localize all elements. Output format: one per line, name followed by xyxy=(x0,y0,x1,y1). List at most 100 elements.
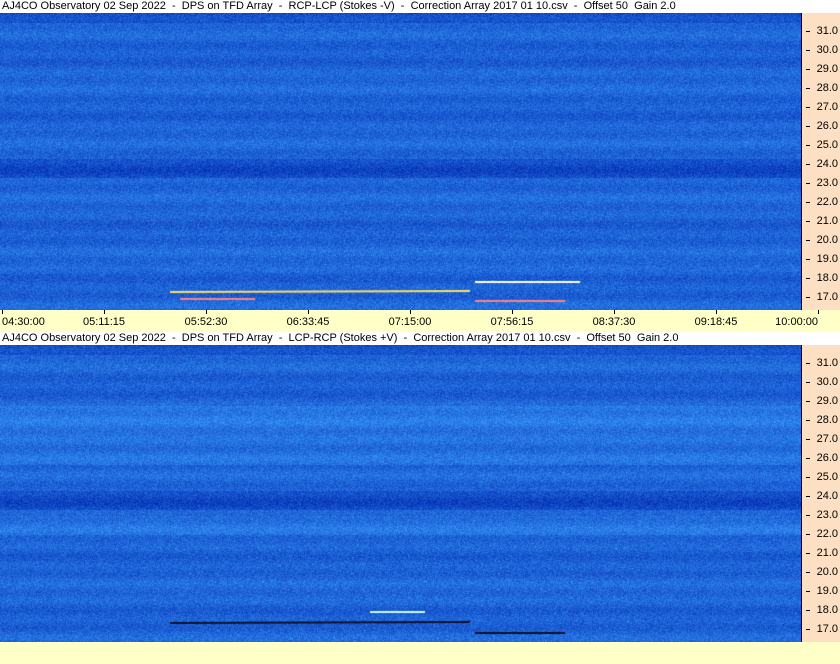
freq-tick-mark xyxy=(806,239,810,241)
freq-tick-text: 31.0 xyxy=(816,357,838,369)
freq-tick-mark xyxy=(806,381,810,383)
freq-tick-text: 26.0 xyxy=(816,120,838,132)
freq-tick-label: 29.0 xyxy=(806,395,840,407)
freq-tick-label: 18.0 xyxy=(806,272,840,284)
time-tick-label: 06:33:45 xyxy=(286,316,330,328)
freq-tick-label: 20.0 xyxy=(806,566,840,578)
time-tick-mark xyxy=(512,310,513,314)
freq-tick-text: 31.0 xyxy=(816,25,838,37)
freq-tick-text: 21.0 xyxy=(816,547,838,559)
freq-tick-mark xyxy=(806,201,810,203)
freq-tick-label: 26.0 xyxy=(806,452,840,464)
freq-tick-label: 28.0 xyxy=(806,82,840,94)
freq-tick-mark xyxy=(806,296,810,298)
time-tick-mark xyxy=(716,310,717,314)
freq-tick-label: 30.0 xyxy=(806,376,840,388)
freq-tick-label: 28.0 xyxy=(806,414,840,426)
freq-tick-text: 30.0 xyxy=(816,376,838,388)
freq-tick-text: 28.0 xyxy=(816,82,838,94)
freq-tick-label: 24.0 xyxy=(806,158,840,170)
freq-tick-text: 27.0 xyxy=(816,101,838,113)
freq-tick-text: 18.0 xyxy=(816,604,838,616)
freq-tick-text: 23.0 xyxy=(816,509,838,521)
freq-tick-label: 24.0 xyxy=(806,490,840,502)
freq-tick-text: 18.0 xyxy=(816,272,838,284)
freq-tick-mark xyxy=(806,30,810,32)
freq-tick-text: 29.0 xyxy=(816,63,838,75)
freq-tick-text: 19.0 xyxy=(816,585,838,597)
freq-tick-label: 18.0 xyxy=(806,604,840,616)
freq-tick-text: 27.0 xyxy=(816,433,838,445)
freq-tick-text: 28.0 xyxy=(816,414,838,426)
freq-tick-text: 24.0 xyxy=(816,158,838,170)
freq-tick-text: 23.0 xyxy=(816,177,838,189)
freq-tick-text: 26.0 xyxy=(816,452,838,464)
freq-tick-label: 20.0 xyxy=(806,234,840,246)
freq-tick-label: 25.0 xyxy=(806,139,840,151)
freq-tick-mark xyxy=(806,419,810,421)
freq-tick-mark xyxy=(806,277,810,279)
freq-tick-text: 24.0 xyxy=(816,490,838,502)
time-tick-mark xyxy=(308,310,309,314)
time-tick-label: 10:00:00 xyxy=(775,316,818,328)
freq-tick-text: 22.0 xyxy=(816,196,838,208)
time-tick-label: 07:15:00 xyxy=(388,316,432,328)
freq-tick-mark xyxy=(806,533,810,535)
freq-tick-mark xyxy=(806,609,810,611)
freq-tick-mark xyxy=(806,163,810,165)
freq-tick-text: 20.0 xyxy=(816,566,838,578)
time-tick-mark xyxy=(104,310,105,314)
bottom-spectrogram-panel: AJ4CO Observatory 02 Sep 2022 - DPS on T… xyxy=(0,332,840,664)
freq-tick-label: 29.0 xyxy=(806,63,840,75)
freq-tick-text: 29.0 xyxy=(816,395,838,407)
freq-tick-text: 22.0 xyxy=(816,528,838,540)
top-spectrogram-panel: AJ4CO Observatory 02 Sep 2022 - DPS on T… xyxy=(0,0,840,332)
freq-tick-label: 31.0 xyxy=(806,25,840,37)
freq-tick-mark xyxy=(806,144,810,146)
freq-tick-mark xyxy=(806,571,810,573)
freq-tick-mark xyxy=(806,590,810,592)
freq-tick-label: 31.0 xyxy=(806,357,840,369)
freq-tick-label: 27.0 xyxy=(806,433,840,445)
freq-tick-mark xyxy=(806,495,810,497)
freq-tick-label: 27.0 xyxy=(806,101,840,113)
time-tick-label: 04:30:00 xyxy=(2,316,45,328)
top-frequency-axis: 31.0 30.0 29.0 28.0 27.0 26.0 25.0 24.0 23.0 22.0… xyxy=(801,13,840,310)
freq-tick-label: 17.0 xyxy=(806,623,840,635)
time-tick-mark xyxy=(410,310,411,314)
freq-tick-mark xyxy=(806,87,810,89)
time-tick-label: 09:18:45 xyxy=(694,316,738,328)
freq-tick-mark xyxy=(806,552,810,554)
time-tick-mark xyxy=(206,310,207,314)
freq-tick-mark xyxy=(806,400,810,402)
top-spectrogram-plot[interactable] xyxy=(0,13,801,310)
freq-tick-text: 25.0 xyxy=(816,139,838,151)
freq-tick-text: 21.0 xyxy=(816,215,838,227)
freq-tick-label: 21.0 xyxy=(806,215,840,227)
time-tick-mark xyxy=(2,310,3,314)
freq-tick-text: 20.0 xyxy=(816,234,838,246)
freq-tick-label: 30.0 xyxy=(806,44,840,56)
freq-tick-label: 19.0 xyxy=(806,253,840,265)
time-tick-label: 08:37:30 xyxy=(592,316,636,328)
bottom-panel-title: AJ4CO Observatory 02 Sep 2022 - DPS on T… xyxy=(0,332,840,345)
time-tick-label: 05:52:30 xyxy=(184,316,228,328)
freq-tick-label: 25.0 xyxy=(806,471,840,483)
freq-tick-label: 19.0 xyxy=(806,585,840,597)
time-tick-label: 07:56:15 xyxy=(490,316,534,328)
top-panel-title: AJ4CO Observatory 02 Sep 2022 - DPS on T… xyxy=(0,0,840,13)
freq-tick-mark xyxy=(806,49,810,51)
bottom-spectrogram-plot[interactable] xyxy=(0,345,801,642)
freq-tick-mark xyxy=(806,258,810,260)
freq-tick-text: 25.0 xyxy=(816,471,838,483)
freq-tick-label: 23.0 xyxy=(806,509,840,521)
freq-tick-label: 21.0 xyxy=(806,547,840,559)
freq-tick-mark xyxy=(806,220,810,222)
freq-tick-text: 17.0 xyxy=(816,291,838,303)
freq-tick-label: 22.0 xyxy=(806,196,840,208)
freq-tick-mark xyxy=(806,514,810,516)
freq-tick-mark xyxy=(806,125,810,127)
freq-tick-label: 22.0 xyxy=(806,528,840,540)
freq-tick-mark xyxy=(806,106,810,108)
bottom-frequency-axis: 31.0 30.0 29.0 28.0 27.0 26.0 25.0 24.0 23.0 22.0… xyxy=(801,345,840,642)
